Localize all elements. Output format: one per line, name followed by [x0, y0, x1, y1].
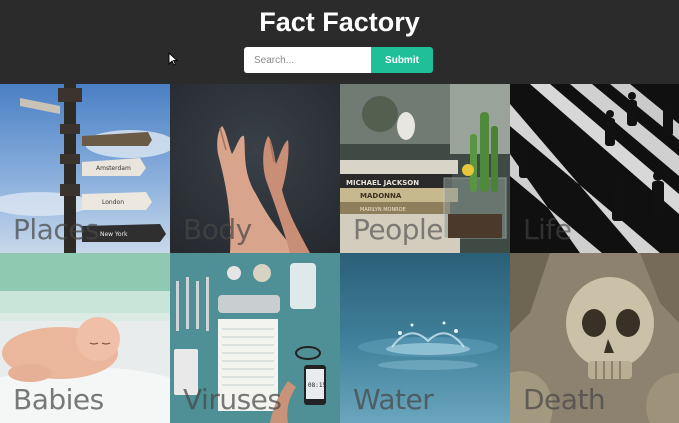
category-tile-life[interactable]: Life	[510, 84, 679, 253]
category-label: Babies	[13, 383, 104, 416]
sign-new-york: New York	[100, 231, 128, 238]
category-label: Places	[13, 213, 100, 246]
submit-button[interactable]: Submit	[371, 47, 433, 73]
book-title: MICHAEL JACKSON	[346, 179, 419, 187]
category-label: People	[353, 213, 444, 246]
book-title: MADONNA	[360, 192, 402, 200]
category-tile-viruses[interactable]: 08:15 Viruses	[170, 253, 340, 423]
category-label: Viruses	[183, 383, 282, 416]
category-label: Body	[183, 213, 252, 246]
sign-london: London	[102, 199, 124, 206]
mouse-cursor-icon	[168, 52, 178, 66]
category-tile-water[interactable]: Water	[340, 253, 510, 423]
category-tile-babies[interactable]: Babies	[0, 253, 170, 423]
category-label: Life	[523, 213, 572, 246]
category-tile-people[interactable]: MICHAEL JACKSON MADONNA MARILYN MONROE P…	[340, 84, 510, 253]
header: Fact Factory Submit	[0, 0, 679, 84]
category-grid: Amsterdam London New York Places Body MI…	[0, 84, 679, 423]
phone-clock: 08:15	[308, 382, 326, 389]
sign-amsterdam: Amsterdam	[96, 165, 131, 172]
category-label: Water	[353, 383, 434, 416]
search-input[interactable]	[244, 47, 371, 73]
category-tile-death[interactable]: Death	[510, 253, 679, 423]
category-tile-places[interactable]: Amsterdam London New York Places	[0, 84, 170, 253]
category-label: Death	[523, 383, 606, 416]
page-title: Fact Factory	[259, 7, 420, 37]
category-tile-body[interactable]: Body	[170, 84, 340, 253]
